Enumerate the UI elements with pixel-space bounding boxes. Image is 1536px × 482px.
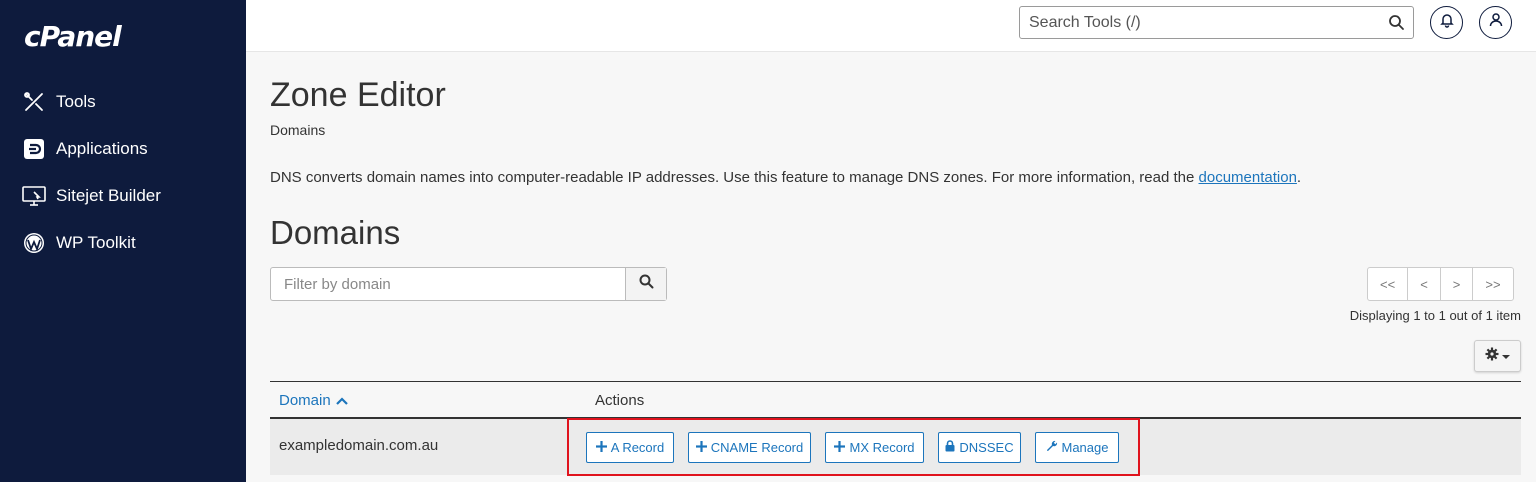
- sidebar-item-tools[interactable]: Tools: [22, 88, 161, 116]
- wordpress-icon: [22, 231, 46, 255]
- sidebar-item-label: Tools: [56, 92, 96, 111]
- description-end: .: [1296, 169, 1302, 186]
- pagination: << < > >>: [1367, 267, 1514, 301]
- plus-icon: [695, 440, 707, 455]
- plus-icon: [595, 440, 607, 455]
- sidebar-item-applications[interactable]: Applications: [22, 135, 161, 163]
- filter-search-button[interactable]: [625, 268, 666, 300]
- domains-table: Domain Actions exampledomain.com.au A Re…: [270, 381, 1521, 476]
- page-prev-button[interactable]: <: [1408, 268, 1441, 300]
- description-text: DNS converts domain names into computer-…: [270, 169, 1199, 186]
- dnssec-button[interactable]: DNSSEC: [938, 432, 1021, 463]
- button-label: CNAME Record: [710, 440, 804, 455]
- table-row: exampledomain.com.au A Record CNAME Reco…: [270, 418, 1521, 476]
- tools-icon: [22, 90, 46, 114]
- search-tools-input[interactable]: [1020, 7, 1380, 38]
- section-title: Domains: [270, 214, 401, 251]
- page-description: DNS converts domain names into computer-…: [270, 169, 1301, 186]
- filter-box: [270, 267, 667, 301]
- applications-icon: [22, 137, 46, 161]
- search-icon[interactable]: [1388, 14, 1405, 36]
- user-icon: [1488, 12, 1504, 33]
- plus-icon: [834, 440, 846, 455]
- sidebar: cPanel Tools Applications Sitejet Builde…: [0, 0, 246, 482]
- breadcrumb: Domains: [270, 122, 326, 138]
- column-header-domain[interactable]: Domain: [279, 392, 348, 409]
- add-mx-record-button[interactable]: MX Record: [825, 432, 924, 463]
- documentation-link[interactable]: documentation: [1199, 169, 1297, 186]
- gear-icon: [1485, 347, 1499, 366]
- button-label: DNSSEC: [959, 440, 1014, 455]
- sidebar-item-label: Sitejet Builder: [56, 186, 161, 205]
- sitejet-icon: [22, 184, 46, 208]
- page-last-button[interactable]: >>: [1473, 268, 1512, 300]
- page-next-button[interactable]: >: [1441, 268, 1474, 300]
- domain-cell: exampledomain.com.au: [279, 437, 439, 454]
- notifications-button[interactable]: [1430, 6, 1463, 39]
- manage-button[interactable]: Manage: [1035, 432, 1119, 463]
- sidebar-nav: Tools Applications Sitejet Builder WP To…: [22, 88, 161, 276]
- page-first-button[interactable]: <<: [1368, 268, 1409, 300]
- top-bar: [246, 0, 1536, 52]
- table-header: Domain Actions: [270, 381, 1521, 419]
- search-icon: [639, 274, 654, 294]
- sidebar-item-sitejet-builder[interactable]: Sitejet Builder: [22, 182, 161, 210]
- sidebar-item-wp-toolkit[interactable]: WP Toolkit: [22, 229, 161, 257]
- wrench-icon: [1046, 440, 1058, 455]
- user-menu-button[interactable]: [1479, 6, 1512, 39]
- button-label: Manage: [1061, 440, 1109, 455]
- sidebar-item-label: Applications: [56, 139, 148, 158]
- sort-ascending-icon: [335, 392, 348, 409]
- settings-dropdown-button[interactable]: [1474, 340, 1521, 372]
- search-tools-box: [1019, 6, 1414, 39]
- add-a-record-button[interactable]: A Record: [586, 432, 674, 463]
- page-title: Zone Editor: [270, 76, 446, 114]
- caret-down-icon: [1502, 347, 1510, 365]
- actions-highlight-box: A Record CNAME Record MX Record DNSSEC M…: [567, 418, 1140, 476]
- column-header-label: Domain: [279, 392, 331, 409]
- sidebar-item-label: WP Toolkit: [56, 233, 136, 252]
- lock-icon: [945, 440, 955, 455]
- button-label: A Record: [610, 440, 665, 455]
- add-cname-record-button[interactable]: CNAME Record: [688, 432, 811, 463]
- cpanel-logo[interactable]: cPanel: [24, 20, 122, 53]
- column-header-actions: Actions: [595, 392, 645, 409]
- filter-domain-input[interactable]: [271, 268, 627, 300]
- button-label: MX Record: [849, 440, 915, 455]
- bell-icon: [1439, 12, 1455, 33]
- displaying-count: Displaying 1 to 1 out of 1 item: [1349, 308, 1521, 323]
